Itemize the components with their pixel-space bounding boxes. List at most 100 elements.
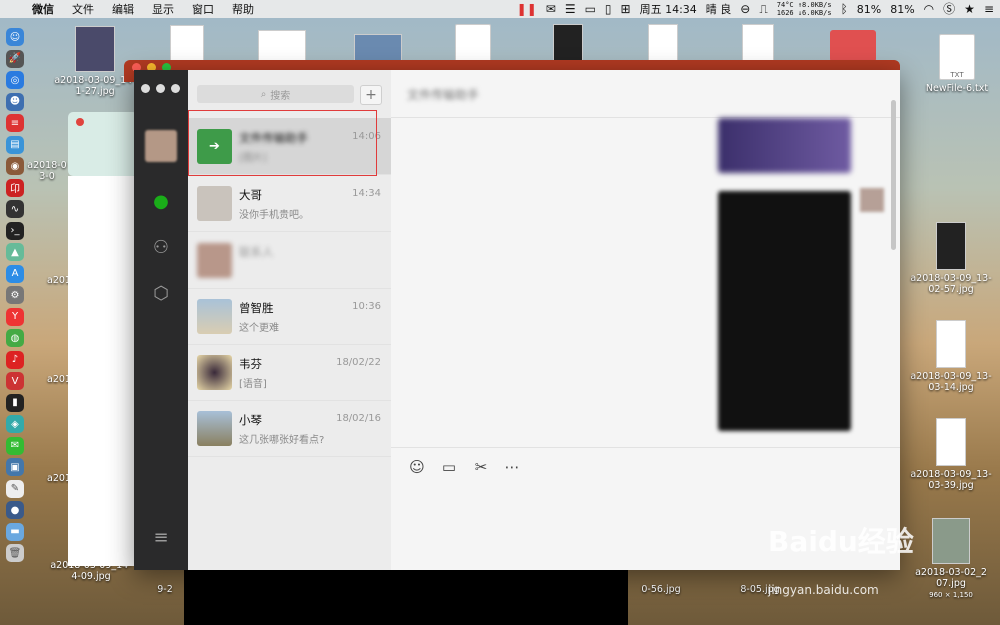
desktop-file-dimensions: 960 × 1,150: [929, 591, 973, 599]
desktop-thumb-top-5[interactable]: [553, 24, 583, 64]
chrome-icon[interactable]: ◍: [6, 329, 24, 347]
emoji-icon[interactable]: ☺: [407, 457, 427, 477]
desktop-thumb-top-4[interactable]: [455, 24, 491, 64]
pause-icon[interactable]: ❚❚: [517, 0, 537, 18]
photo-app-icon[interactable]: ◉: [6, 157, 24, 175]
conversation-item-blurred[interactable]: 联系人: [188, 232, 391, 289]
search-icon: ⌕: [260, 88, 267, 100]
chat-bubble-icon[interactable]: ⋯: [502, 457, 522, 477]
activity-icon[interactable]: ∿: [6, 200, 24, 218]
add-button[interactable]: +: [360, 85, 382, 105]
conversation-item-xiaoqin[interactable]: 小琴 这几张哪张好看点? 18/02/16: [188, 400, 391, 457]
image-message[interactable]: [718, 191, 851, 431]
disk-icon[interactable]: ●: [6, 501, 24, 519]
desktop-file-newfile[interactable]: TXT NewFile-6.txt: [914, 34, 1000, 94]
folder-icon[interactable]: ▬: [6, 522, 24, 541]
bluetooth-icon[interactable]: ᛒ: [841, 0, 848, 18]
toggle-icon[interactable]: ⊖: [740, 0, 750, 18]
desktop-thumb-top-7[interactable]: [742, 24, 774, 64]
desktop-thumb-top-2[interactable]: [258, 30, 306, 62]
conversation-name: 大哥: [239, 188, 262, 202]
folder-icon[interactable]: ▭: [439, 457, 459, 477]
chat-icon[interactable]: ●: [149, 190, 173, 214]
search-input[interactable]: ⌕ 搜索: [197, 85, 354, 103]
list-icon[interactable]: ≡: [984, 0, 994, 18]
sidebar-app-icon[interactable]: ▤: [6, 135, 24, 154]
wechat-dock-icon[interactable]: ✉: [6, 436, 24, 455]
grid-icon[interactable]: ⊞: [621, 0, 631, 18]
close-button[interactable]: [141, 84, 150, 93]
cpu: 1626: [776, 9, 794, 17]
conversation-item-dage[interactable]: 大哥 没你手机贵吧。 14:34: [188, 175, 391, 232]
divider: [391, 447, 900, 448]
vivaldi-icon[interactable]: V: [6, 372, 24, 390]
desktop-file-right-3[interactable]: a2018-03-09_13-03-14.jpg: [906, 320, 996, 393]
menu-view[interactable]: 显示: [143, 1, 183, 17]
phone-icon[interactable]: ▯: [605, 0, 612, 18]
conversation-item-weifen[interactable]: 韦芬 [语音] 18/02/22: [188, 344, 391, 401]
menu-app[interactable]: 微信: [23, 1, 63, 17]
menu-window[interactable]: 窗口: [183, 1, 223, 17]
launchpad-icon[interactable]: 🚀: [6, 49, 24, 68]
clock[interactable]: 周五 14:34: [640, 1, 697, 17]
app-netease-icon[interactable]: 卬: [6, 178, 24, 197]
music-icon[interactable]: ♪: [6, 350, 24, 369]
desktop-file-right-5[interactable]: a2018-03-02_2 07.jpg 960 × 1,150: [906, 518, 996, 600]
avatar[interactable]: [145, 130, 177, 162]
battery-percent-1[interactable]: 81%: [857, 3, 881, 16]
scissors-icon[interactable]: ✂: [471, 457, 491, 477]
menu-help[interactable]: 帮助: [223, 1, 263, 17]
usb-icon[interactable]: ⎍: [759, 0, 767, 18]
system-monitor[interactable]: 74°C ↑8.0KB/s 1626 ↓6.0KB/s: [777, 1, 832, 17]
yandex-icon[interactable]: Y: [6, 307, 24, 326]
desktop-file-right-2[interactable]: a2018-03-09_13-02-57.jpg: [906, 222, 996, 295]
s-app-icon[interactable]: Ⓢ: [943, 0, 955, 18]
conversation-name: 曾智胜: [239, 301, 274, 315]
cube-icon[interactable]: ⬡: [149, 282, 173, 306]
desktop-thumb-top-6[interactable]: [648, 24, 678, 64]
notes-icon[interactable]: ✎: [6, 479, 24, 498]
desktop-file-bottom-1[interactable]: 9-2: [140, 584, 190, 595]
weather[interactable]: 晴 良: [706, 1, 732, 17]
safari-icon[interactable]: ◎: [6, 71, 24, 89]
menu-edit[interactable]: 编辑: [103, 1, 143, 17]
desktop-file-label: NewFile-6.txt: [925, 83, 989, 94]
minimize-button[interactable]: [156, 84, 165, 93]
file-thumbnail: TXT: [939, 34, 975, 80]
display-icon[interactable]: ▭: [585, 0, 596, 18]
finder-icon[interactable]: ☺: [6, 28, 24, 46]
console-icon[interactable]: ▮: [6, 393, 24, 412]
menu-icon[interactable]: ≡: [149, 526, 173, 550]
background-window-teal[interactable]: [68, 112, 138, 176]
close-dot[interactable]: [76, 118, 84, 126]
contacts-icon[interactable]: ☻: [6, 92, 24, 111]
desktop-file-left-2[interactable]: a2018-0 3-0: [24, 160, 70, 182]
app-red-icon[interactable]: ≡: [6, 114, 24, 132]
app-teal-icon[interactable]: ◈: [6, 415, 24, 433]
wifi-icon[interactable]: ◠: [924, 0, 934, 18]
fullscreen-button[interactable]: [171, 84, 180, 93]
contacts-icon[interactable]: ⚇: [149, 236, 173, 260]
wechat-tray-icon[interactable]: ✉: [546, 0, 556, 18]
preferences-icon[interactable]: ⚙: [6, 286, 24, 304]
desktop-folder-red[interactable]: [830, 30, 876, 62]
preview-icon[interactable]: ▣: [6, 458, 24, 476]
avatar: [197, 355, 232, 390]
desktop-thumb-top-1[interactable]: [170, 25, 204, 63]
scrollbar[interactable]: [891, 100, 896, 250]
desktop-file-label: a2018-03-02_2 07.jpg: [915, 567, 987, 589]
message-icon[interactable]: ☰: [565, 0, 576, 18]
image-message[interactable]: [718, 118, 851, 173]
terminal-icon[interactable]: ›_: [6, 221, 24, 240]
appstore-icon[interactable]: A: [6, 264, 24, 283]
conversation-item-zengzhisheng[interactable]: 曾智胜 这个更难 10:36: [188, 288, 391, 345]
desktop-file-bottom-2[interactable]: 0-56.jpg: [626, 584, 696, 595]
menu-file[interactable]: 文件: [63, 1, 103, 17]
avatar[interactable]: [860, 188, 884, 212]
battery-percent-2[interactable]: 81%: [890, 3, 914, 16]
desktop-file-right-4[interactable]: a2018-03-09_13-03-39.jpg: [906, 418, 996, 491]
trash-icon[interactable]: 🗑: [6, 544, 24, 562]
star-icon[interactable]: ★: [964, 0, 975, 18]
maps-icon[interactable]: ▲: [6, 243, 24, 261]
desktop-thumb-top-3[interactable]: [354, 34, 402, 62]
